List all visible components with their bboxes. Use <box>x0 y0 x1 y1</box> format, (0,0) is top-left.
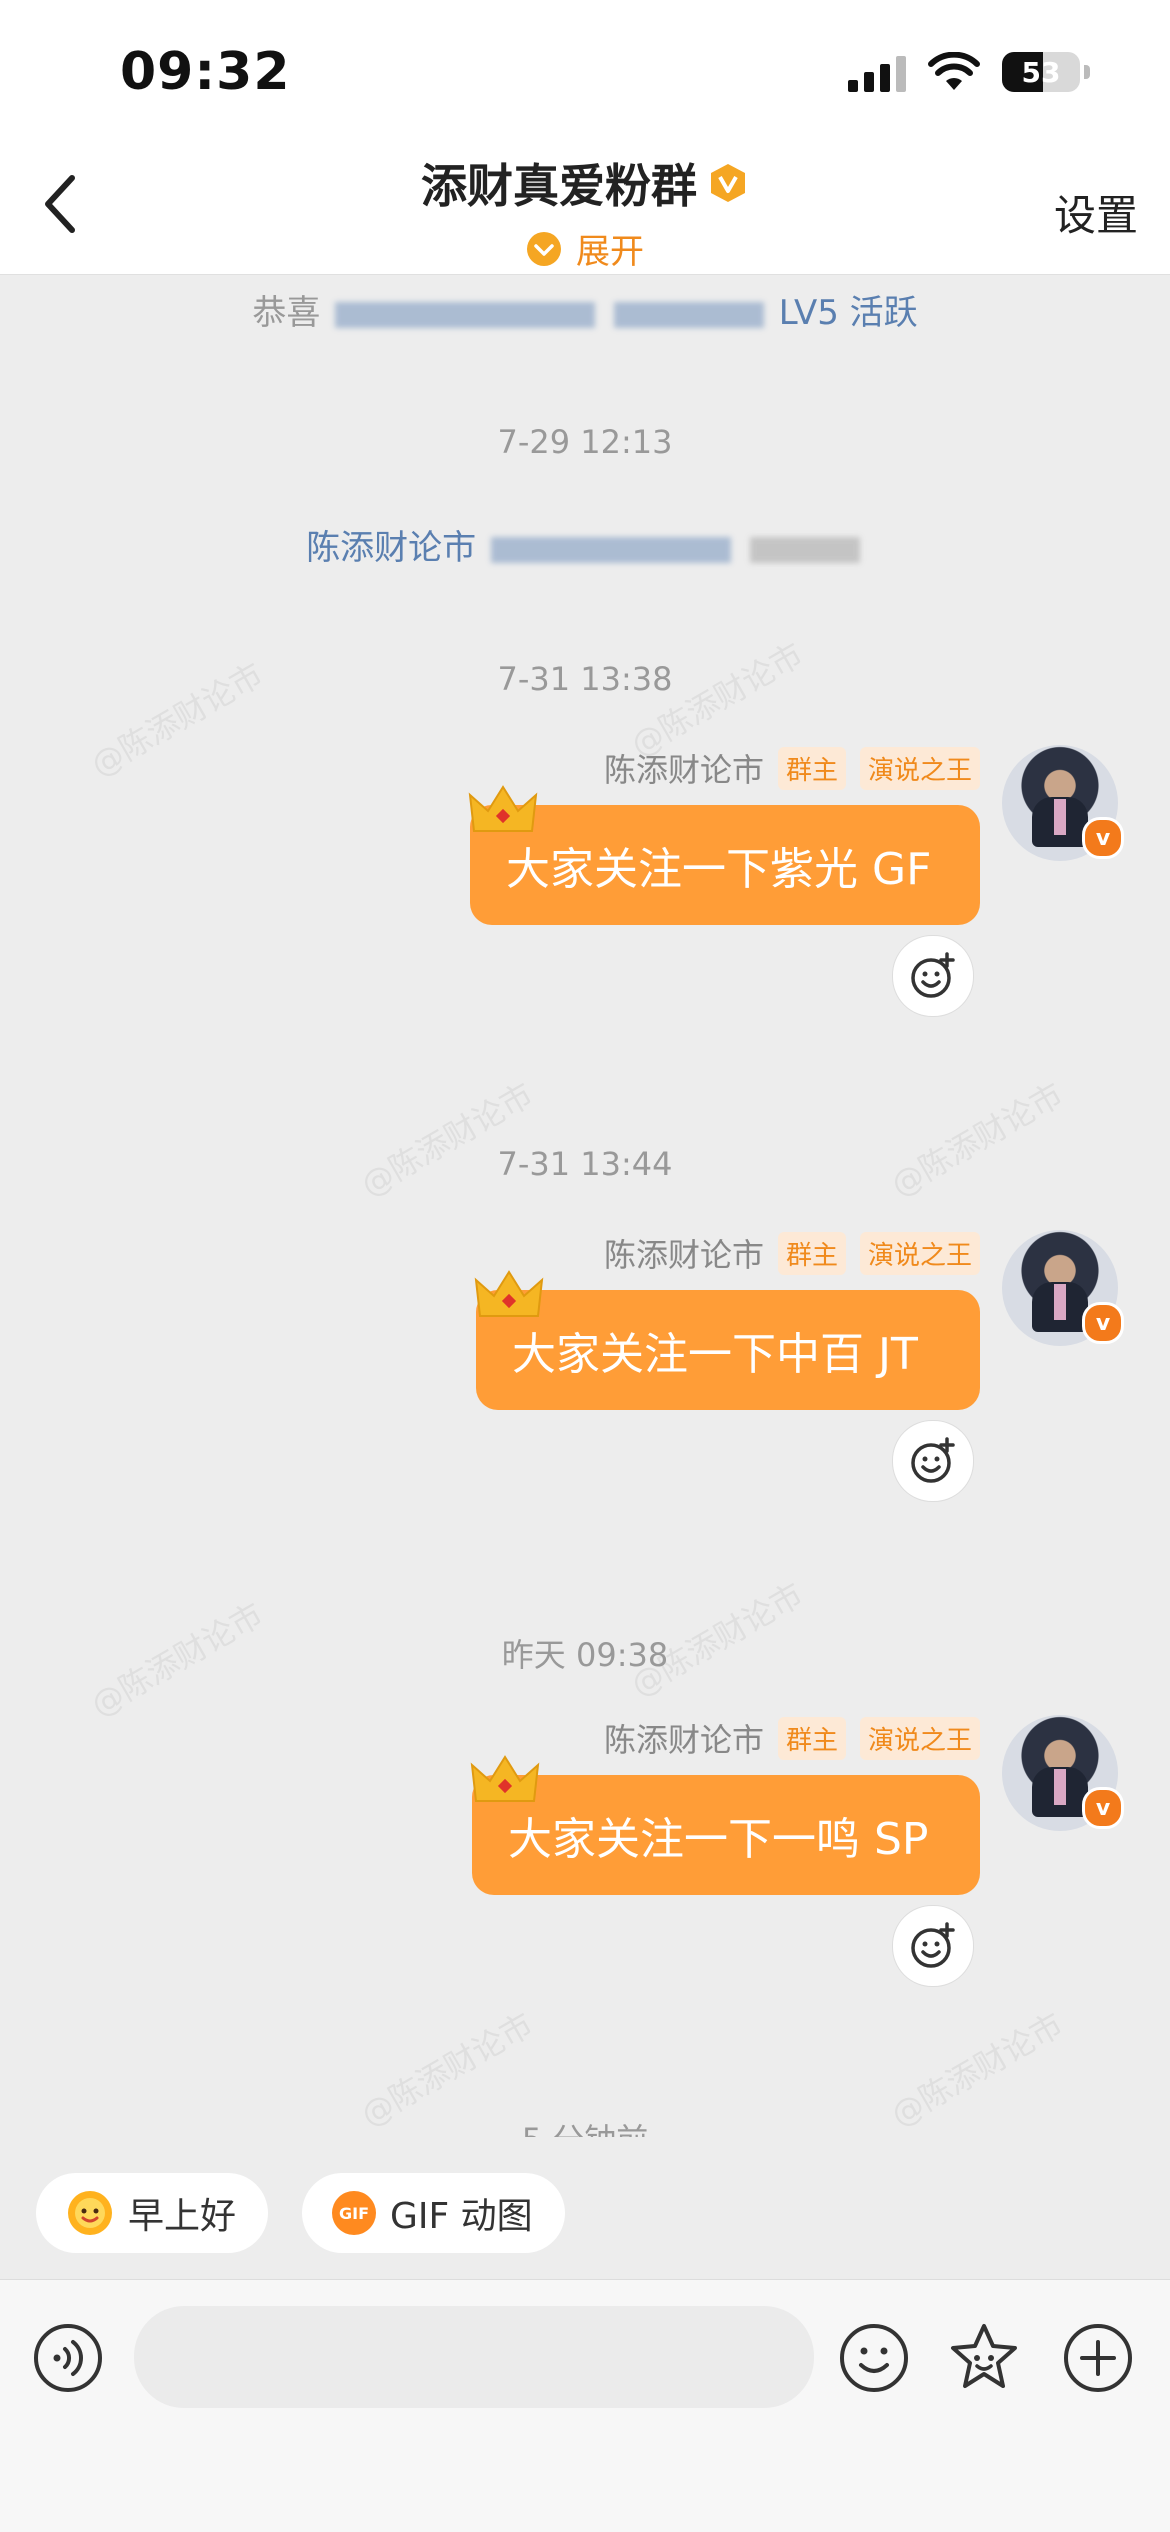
verified-badge-icon: v <box>1082 817 1124 859</box>
crown-icon <box>468 785 538 832</box>
message-sender: 陈添财论市 群主 演说之王 <box>604 1715 980 1761</box>
level-up-prefix: 恭喜 <box>252 293 321 333</box>
level-up-notice: 恭喜 LV5 活跃 <box>0 285 1170 334</box>
expand-label: 展开 <box>576 232 644 272</box>
chevron-down-circle-icon <box>527 231 561 266</box>
emoji-button[interactable] <box>836 2320 912 2396</box>
message-bubble[interactable]: 大家关注一下一鸣 SP <box>472 1775 980 1895</box>
sender-name[interactable]: 陈添财论市 <box>604 745 764 791</box>
status-icons: 53 <box>848 52 1090 92</box>
timestamp: 7-31 13:38 <box>497 660 673 698</box>
verified-badge-icon: v <box>1082 1302 1124 1344</box>
crown-icon <box>474 1270 544 1317</box>
emoji-add-icon <box>911 1437 955 1483</box>
redacted-text <box>491 536 731 563</box>
message-text: 大家关注一下中百 JT <box>512 1329 918 1380</box>
emoji-add-icon <box>911 1922 955 1968</box>
owner-tag: 群主 <box>777 1716 846 1760</box>
emoji-add-icon <box>911 952 955 998</box>
add-reaction-button[interactable] <box>892 1420 974 1502</box>
timestamp: 昨天 09:38 <box>501 1636 669 1674</box>
emoji-icon <box>840 2324 908 2392</box>
avatar[interactable]: v <box>1002 745 1124 861</box>
avatar-shirt <box>1054 1769 1066 1805</box>
quick-reply-good-morning[interactable]: 早上好 <box>36 2173 269 2253</box>
message-text: 大家关注一下紫光 GF <box>506 844 932 895</box>
join-notice-name[interactable]: 陈添财论市 <box>306 528 476 568</box>
crown-icon <box>470 1755 540 1802</box>
quick-reply-label: 早上好 <box>128 2196 237 2237</box>
sender-name[interactable]: 陈添财论市 <box>604 1230 764 1276</box>
message-bubble[interactable]: 大家关注一下紫光 GF <box>470 805 980 925</box>
gif-icon: GIF <box>332 2191 376 2235</box>
redacted-name <box>335 301 596 328</box>
plus-circle-icon <box>1064 2324 1132 2392</box>
quick-reply-gif[interactable]: GIF GIF 动图 <box>302 2173 565 2253</box>
timestamp: 7-31 13:44 <box>497 1145 673 1183</box>
voice-button[interactable] <box>30 2320 106 2396</box>
join-notice: 陈添财论市 <box>0 520 1170 569</box>
wifi-icon <box>928 52 980 90</box>
timestamp: 7-29 12:13 <box>497 423 673 461</box>
message-input[interactable] <box>134 2306 814 2408</box>
message-bubble[interactable]: 大家关注一下中百 JT <box>476 1290 980 1410</box>
owner-tag: 群主 <box>777 746 846 790</box>
sticker-button[interactable] <box>946 2320 1022 2396</box>
avatar-shirt <box>1054 799 1066 835</box>
battery-icon: 53 <box>1002 52 1080 92</box>
message-sender: 陈添财论市 群主 演说之王 <box>604 1230 980 1276</box>
timestamp: 5 分钟前 <box>0 2115 1170 2137</box>
watermark: @陈添财论市 <box>884 1075 1070 1205</box>
input-bar <box>0 2279 1170 2532</box>
add-reaction-button[interactable] <box>892 1905 974 1987</box>
quick-reply-label: GIF 动图 <box>390 2196 533 2237</box>
cellular-signal-icon <box>848 52 906 92</box>
title-area: 添财真爱粉群 展开 <box>0 150 1170 273</box>
message-list[interactable]: @陈添财论市 @陈添财论市 @陈添财论市 @陈添财论市 @陈添财论市 @陈添财论… <box>0 275 1170 2137</box>
voice-icon <box>34 2324 102 2392</box>
message-sender: 陈添财论市 群主 演说之王 <box>604 745 980 791</box>
sender-name[interactable]: 陈添财论市 <box>604 1715 764 1761</box>
avatar[interactable]: v <box>1002 1715 1124 1831</box>
chat-header: 添财真爱粉群 展开 设置 <box>0 140 1170 275</box>
more-button[interactable] <box>1060 2320 1136 2396</box>
owner-tag: 群主 <box>777 1231 846 1275</box>
verified-group-icon <box>711 164 745 202</box>
battery-percent: 53 <box>1021 55 1061 89</box>
settings-button[interactable]: 设置 <box>1054 182 1138 243</box>
title-tag: 演说之王 <box>859 746 980 790</box>
group-title-text: 添财真爱粉群 <box>421 159 697 213</box>
status-time: 09:32 <box>120 42 291 102</box>
star-sticker-icon <box>951 2324 1017 2388</box>
expand-button[interactable]: 展开 <box>526 224 644 273</box>
quick-reply-bar: 早上好 GIF GIF 动图 <box>0 2137 1170 2279</box>
message-text: 大家关注一下一鸣 SP <box>508 1814 929 1865</box>
avatar[interactable]: v <box>1002 1230 1124 1346</box>
add-reaction-button[interactable] <box>892 935 974 1017</box>
chat-screen: 09:32 53 添财真爱粉群 展开 设置 @陈添财论市 @陈添财论市 @陈添财… <box>0 0 1170 2532</box>
title-tag: 演说之王 <box>859 1716 980 1760</box>
status-bar: 09:32 53 <box>0 0 1170 140</box>
watermark: @陈添财论市 <box>354 1075 540 1205</box>
sun-emoji-icon <box>68 2191 112 2235</box>
battery-tip <box>1084 65 1090 79</box>
redacted-text <box>613 301 764 328</box>
group-title[interactable]: 添财真爱粉群 <box>421 150 749 216</box>
level-up-level: LV5 活跃 <box>778 293 918 333</box>
avatar-shirt <box>1054 1284 1066 1320</box>
redacted-text <box>749 536 860 563</box>
title-tag: 演说之王 <box>859 1231 980 1275</box>
verified-badge-icon: v <box>1082 1787 1124 1829</box>
